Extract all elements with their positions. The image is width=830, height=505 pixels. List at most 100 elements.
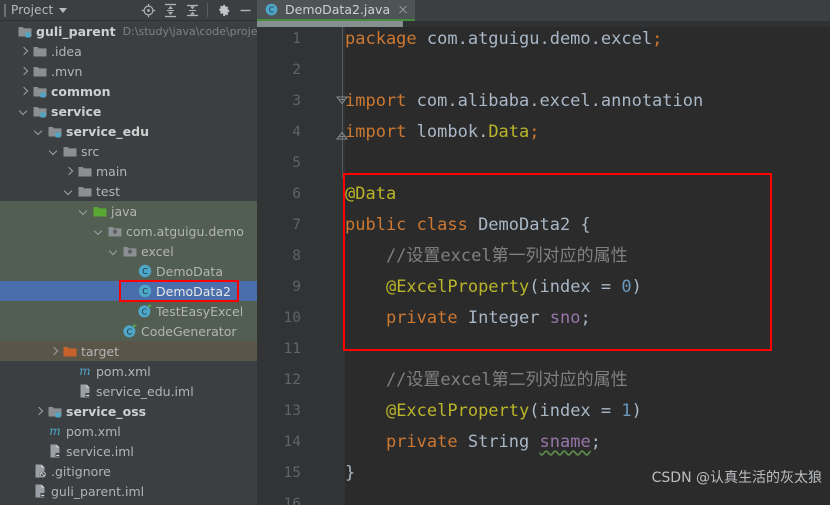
tree-item-label: src [81, 143, 100, 159]
line-number: 14 [283, 434, 301, 450]
tree-item-label: guli_parent.iml [51, 483, 145, 499]
panel-drag-handle[interactable] [4, 3, 6, 17]
module-folder-icon [32, 103, 48, 119]
chevron-down-icon[interactable] [109, 246, 120, 257]
code-content[interactable]: package com.atguigu.demo.excel; import co… [345, 27, 830, 505]
tree-item-label: com.atguigu.demo [126, 223, 244, 239]
chevron-right-icon[interactable] [19, 86, 30, 97]
tree-item--mvn[interactable]: .mvn [0, 61, 257, 81]
tree-item-label: .gitignore [51, 463, 111, 479]
line-number: 13 [283, 403, 301, 419]
chevron-down-icon[interactable] [34, 126, 45, 137]
project-panel-title[interactable]: Project [11, 3, 53, 17]
tree-item-label: service_oss [66, 403, 147, 419]
chevron-right-icon[interactable] [49, 346, 60, 357]
code-token: import [345, 122, 417, 142]
code-token: com.atguigu.demo.excel [426, 29, 653, 49]
tree-item-demodata2[interactable]: C DemoData2 [0, 281, 257, 301]
tab-demodata2-java[interactable]: C DemoData2.java [257, 0, 416, 21]
tree-item-test[interactable]: test [0, 181, 257, 201]
tree-item-label: service_edu [66, 123, 149, 139]
java-runnable-class-icon: C [137, 303, 153, 319]
tree-item-testeasyexcel[interactable]: C TestEasyExcel [0, 301, 257, 321]
tree-item-path: D:\study\java\code\project\ [122, 24, 257, 38]
tree-item-service-iml[interactable]: service.iml [0, 441, 257, 461]
code-line: package com.atguigu.demo.excel; [345, 27, 662, 55]
tree-item-guli-parent[interactable]: guli_parent D:\study\java\code\project\ [0, 21, 257, 41]
tree-item-common[interactable]: common [0, 81, 257, 101]
chevron-down-icon[interactable] [49, 146, 60, 157]
tree-item-service[interactable]: service [0, 101, 257, 121]
toolbar-separator [207, 3, 208, 17]
chevron-right-icon[interactable] [19, 66, 30, 77]
line-number: 10 [283, 310, 301, 326]
chevron-right-icon[interactable] [64, 166, 75, 177]
chevron-down-icon[interactable] [79, 206, 90, 217]
tree-item-excel[interactable]: excel [0, 241, 257, 261]
folder-icon [32, 43, 48, 59]
settings-gear-icon[interactable] [213, 1, 233, 20]
line-number: 7 [292, 217, 301, 233]
editor-gutter[interactable]: 1 2 3 4 5 6 7 8 9 10 11 12 13 14 15 16 [257, 27, 349, 505]
expand-all-icon[interactable] [160, 1, 180, 20]
java-runnable-class-icon: C [122, 323, 138, 339]
code-token: package [345, 29, 427, 49]
line-number: 9 [292, 279, 301, 295]
tree-item-guli-parent-iml[interactable]: guli_parent.iml [0, 481, 257, 501]
code-line: //设置excel第一列对应的属性 [345, 241, 628, 272]
project-tree[interactable]: guli_parent D:\study\java\code\project\ .i… [0, 21, 257, 505]
tree-item-service-oss[interactable]: service_oss [0, 401, 257, 421]
collapse-all-icon[interactable] [182, 1, 202, 20]
code-editor[interactable]: 1 2 3 4 5 6 7 8 9 10 11 12 13 14 15 16 package com.atgu… [257, 27, 830, 505]
tree-item-target[interactable]: target [0, 341, 257, 361]
tree-item-label: pom.xml [66, 423, 121, 439]
iml-file-icon [32, 483, 48, 499]
tree-item-service-edu-iml[interactable]: service_edu.iml [0, 381, 257, 401]
tree-item-pom-xml[interactable]: m pom.xml [0, 361, 257, 381]
chevron-down-icon[interactable] [64, 186, 75, 197]
chevron-down-icon[interactable] [94, 226, 105, 237]
chevron-right-icon[interactable] [19, 46, 30, 57]
code-token: ) [631, 401, 642, 421]
tree-item-service-edu[interactable]: service_edu [0, 121, 257, 141]
tree-item-java[interactable]: java [0, 201, 257, 221]
code-line: } [345, 458, 355, 489]
svg-text:m: m [79, 364, 90, 378]
minimize-icon[interactable] [235, 1, 255, 20]
code-token: { [570, 215, 591, 235]
code-token: @ExcelProperty [385, 277, 530, 297]
tree-item-pom-xml[interactable]: m pom.xml [0, 421, 257, 441]
tree-item-codegenerator[interactable]: C CodeGenerator [0, 321, 257, 341]
line-number: 11 [283, 341, 301, 357]
tree-item-demodata[interactable]: C DemoData [0, 261, 257, 281]
code-token: sname [539, 432, 591, 452]
locate-icon[interactable] [138, 1, 158, 20]
chevron-down-icon[interactable] [19, 106, 30, 117]
tree-item--gitignore[interactable]: .gitignore [0, 461, 257, 481]
svg-text:C: C [269, 5, 274, 14]
tree-item-src[interactable]: src [0, 141, 257, 161]
tree-item-com-atguigu-demo[interactable]: com.atguigu.demo [0, 221, 257, 241]
tree-item-label: service.iml [66, 443, 134, 459]
code-line: import com.alibaba.excel.annotation [345, 86, 703, 117]
module-folder-icon [32, 83, 48, 99]
code-line: private String sname; [345, 427, 601, 458]
code-token: ; [529, 122, 540, 142]
code-token: DemoData2 [478, 215, 571, 235]
code-token: 1 [621, 401, 632, 421]
module-folder-icon [47, 123, 63, 139]
tree-item-main[interactable]: main [0, 161, 257, 181]
code-token: String [467, 432, 540, 452]
chevron-right-icon[interactable] [34, 406, 45, 417]
package-icon [122, 243, 138, 259]
maven-icon: m [47, 423, 63, 439]
tree-item--idea[interactable]: .idea [0, 41, 257, 61]
close-icon[interactable] [397, 4, 409, 16]
chevron-down-icon[interactable] [59, 7, 68, 13]
